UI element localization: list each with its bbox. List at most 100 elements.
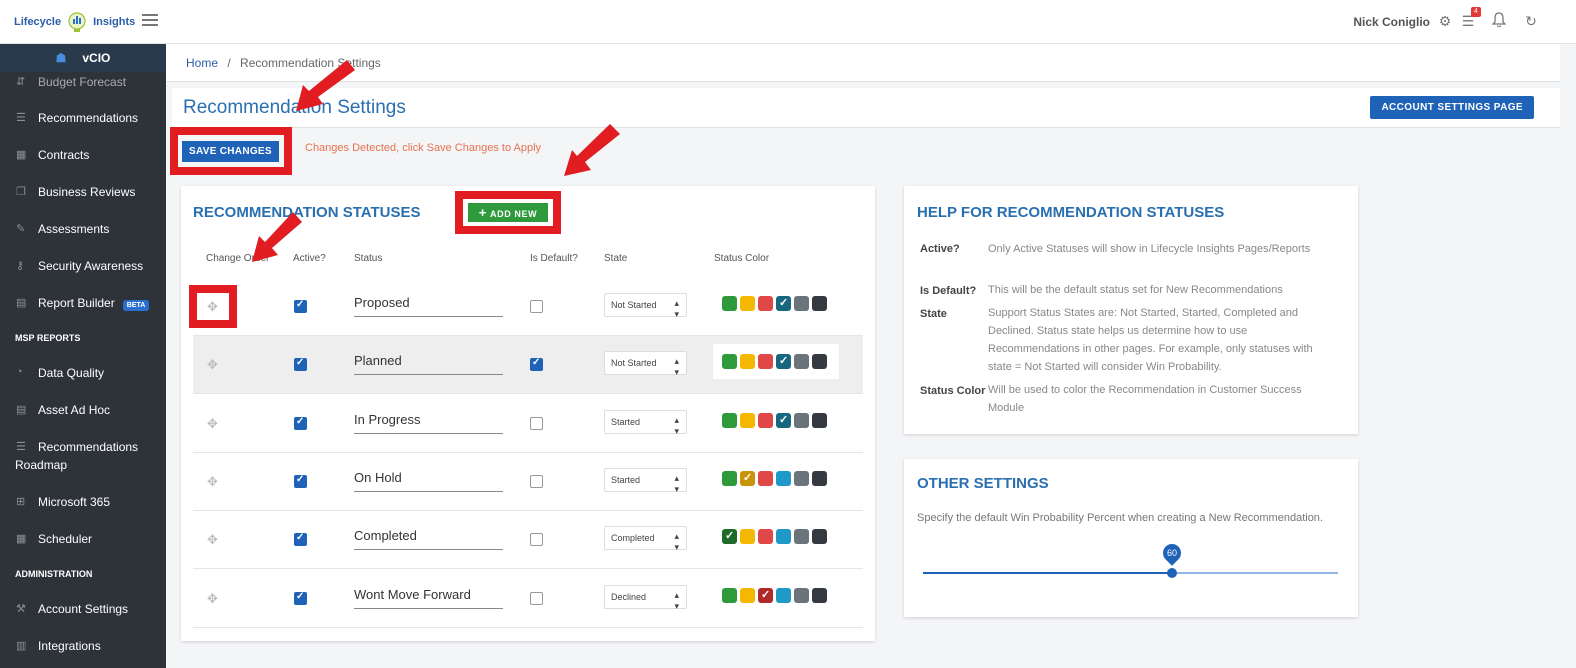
color-swatch[interactable] [812, 354, 827, 370]
status-color-picker [722, 529, 830, 545]
status-name-input[interactable]: Planned [354, 350, 503, 376]
key-icon: ⚷ [16, 260, 25, 272]
color-swatch[interactable] [740, 296, 755, 311]
task-list-icon[interactable]: ☰ 4 [1459, 7, 1481, 30]
state-select[interactable]: Not Started ▴ ▾ [604, 293, 687, 319]
section-msp-reports: MSP REPORTS [15, 333, 81, 343]
color-swatch[interactable] [776, 470, 791, 486]
color-swatch[interactable] [812, 412, 827, 428]
drag-handle-icon[interactable]: ✥ [207, 474, 218, 490]
state-select[interactable]: Declined ▴ ▾ [604, 584, 687, 611]
color-swatch[interactable] [812, 587, 827, 603]
color-swatch[interactable] [776, 587, 791, 603]
sidebar-item-label: Scheduler [38, 532, 93, 546]
color-swatch[interactable] [722, 529, 737, 545]
color-swatch[interactable] [758, 529, 773, 545]
is-default-checkbox[interactable] [530, 357, 543, 372]
slider-thumb[interactable] [1167, 568, 1177, 578]
color-swatch[interactable] [740, 587, 755, 603]
color-swatch[interactable] [722, 470, 737, 486]
is-default-checkbox[interactable] [530, 474, 543, 488]
color-swatch[interactable] [794, 296, 809, 311]
breadcrumb: Home / Recommendation Settings [166, 44, 1560, 82]
sidebar-item-label: Integrations [38, 639, 101, 653]
is-default-checkbox[interactable] [530, 533, 543, 547]
status-name-input[interactable]: In Progress [354, 409, 503, 434]
table-row: ✥ Completed Completed ▴▾ [193, 511, 863, 570]
win-probability-slider[interactable]: 60 [923, 540, 1338, 578]
active-checkbox[interactable] [294, 532, 307, 547]
status-name-input[interactable]: Wont Move Forward [354, 584, 503, 609]
status-name-input[interactable]: Proposed [354, 292, 503, 317]
state-select[interactable]: Not Started ▴ ▾ [604, 351, 687, 377]
drag-handle-icon[interactable]: ✥ [207, 532, 218, 548]
refresh-icon[interactable]: ↻ [1522, 12, 1540, 30]
color-swatch[interactable] [740, 412, 755, 428]
color-swatch[interactable] [740, 470, 755, 486]
account-settings-page-button[interactable]: ACCOUNT SETTINGS PAGE [1370, 96, 1534, 119]
color-swatch[interactable] [740, 529, 755, 545]
color-swatch[interactable] [794, 587, 809, 603]
menu-toggle-icon[interactable] [142, 14, 158, 27]
sidebar-item-recommendations-roadmap[interactable]: ☰ Recommendations Roadmap [0, 440, 166, 474]
state-select[interactable]: Completed ▴ ▾ [604, 526, 687, 552]
active-checkbox[interactable] [294, 416, 307, 430]
status-color-picker [722, 296, 830, 311]
calendar-icon: ▦ [16, 533, 27, 545]
status-name-input[interactable]: Completed [354, 525, 503, 551]
active-checkbox[interactable] [294, 591, 307, 605]
annotation-box-add-new [455, 191, 561, 234]
is-default-checkbox[interactable] [530, 300, 543, 313]
color-swatch[interactable] [794, 529, 809, 545]
color-swatch[interactable] [794, 412, 809, 428]
bell-icon[interactable] [1490, 12, 1508, 30]
color-swatch[interactable] [758, 296, 773, 311]
settings-gear-icon[interactable]: ⚙ [1436, 12, 1454, 30]
state-select-value: Completed [611, 533, 655, 544]
color-swatch[interactable] [740, 354, 755, 370]
state-select-value: Not Started [611, 300, 657, 310]
drag-handle-icon[interactable]: ✥ [207, 357, 218, 373]
color-swatch[interactable] [758, 587, 773, 603]
select-caret-icon: ▴ ▾ [674, 414, 679, 436]
module-icon: ☗ [55, 51, 67, 65]
color-swatch[interactable] [722, 296, 737, 311]
state-select[interactable]: Started ▴ ▾ [604, 467, 687, 494]
color-swatch[interactable] [722, 412, 737, 428]
active-checkbox[interactable] [294, 474, 307, 488]
sidebar-item-label: Assessments [38, 222, 110, 236]
help-color-label: Status Color [920, 385, 986, 397]
module-header[interactable]: ☗ vCIO [0, 44, 166, 72]
breadcrumb-home[interactable]: Home [186, 56, 218, 70]
color-swatch[interactable] [776, 354, 791, 370]
status-name-input[interactable]: On Hold [354, 467, 503, 492]
color-swatch[interactable] [812, 296, 827, 311]
sidebar-item-label: Contracts [38, 148, 90, 162]
notification-count-badge: 4 [1471, 7, 1481, 17]
color-swatch[interactable] [758, 354, 773, 370]
active-checkbox[interactable] [294, 299, 307, 313]
color-swatch[interactable] [722, 354, 737, 370]
state-select-value: Not Started [611, 358, 657, 369]
color-swatch[interactable] [758, 470, 773, 486]
color-swatch[interactable] [722, 587, 737, 603]
drag-handle-icon[interactable]: ✥ [207, 591, 218, 607]
page-header: Recommendation Settings ACCOUNT SETTINGS… [172, 88, 1560, 128]
is-default-checkbox[interactable] [530, 416, 543, 430]
active-checkbox[interactable] [294, 357, 307, 372]
user-name[interactable]: Nick Coniglio [1353, 15, 1430, 29]
color-swatch[interactable] [776, 412, 791, 428]
color-swatch[interactable] [776, 529, 791, 545]
beta-badge: BETA [122, 300, 150, 311]
state-select[interactable]: Started ▴ ▾ [604, 409, 687, 436]
color-swatch[interactable] [812, 470, 827, 486]
app-logo[interactable]: Lifecycle Insights [14, 6, 135, 38]
drag-handle-icon[interactable]: ✥ [207, 416, 218, 432]
arrow-icon [564, 124, 620, 176]
color-swatch[interactable] [794, 354, 809, 370]
is-default-checkbox[interactable] [530, 591, 543, 605]
color-swatch[interactable] [776, 296, 791, 311]
color-swatch[interactable] [794, 470, 809, 486]
color-swatch[interactable] [758, 412, 773, 428]
color-swatch[interactable] [812, 529, 827, 545]
